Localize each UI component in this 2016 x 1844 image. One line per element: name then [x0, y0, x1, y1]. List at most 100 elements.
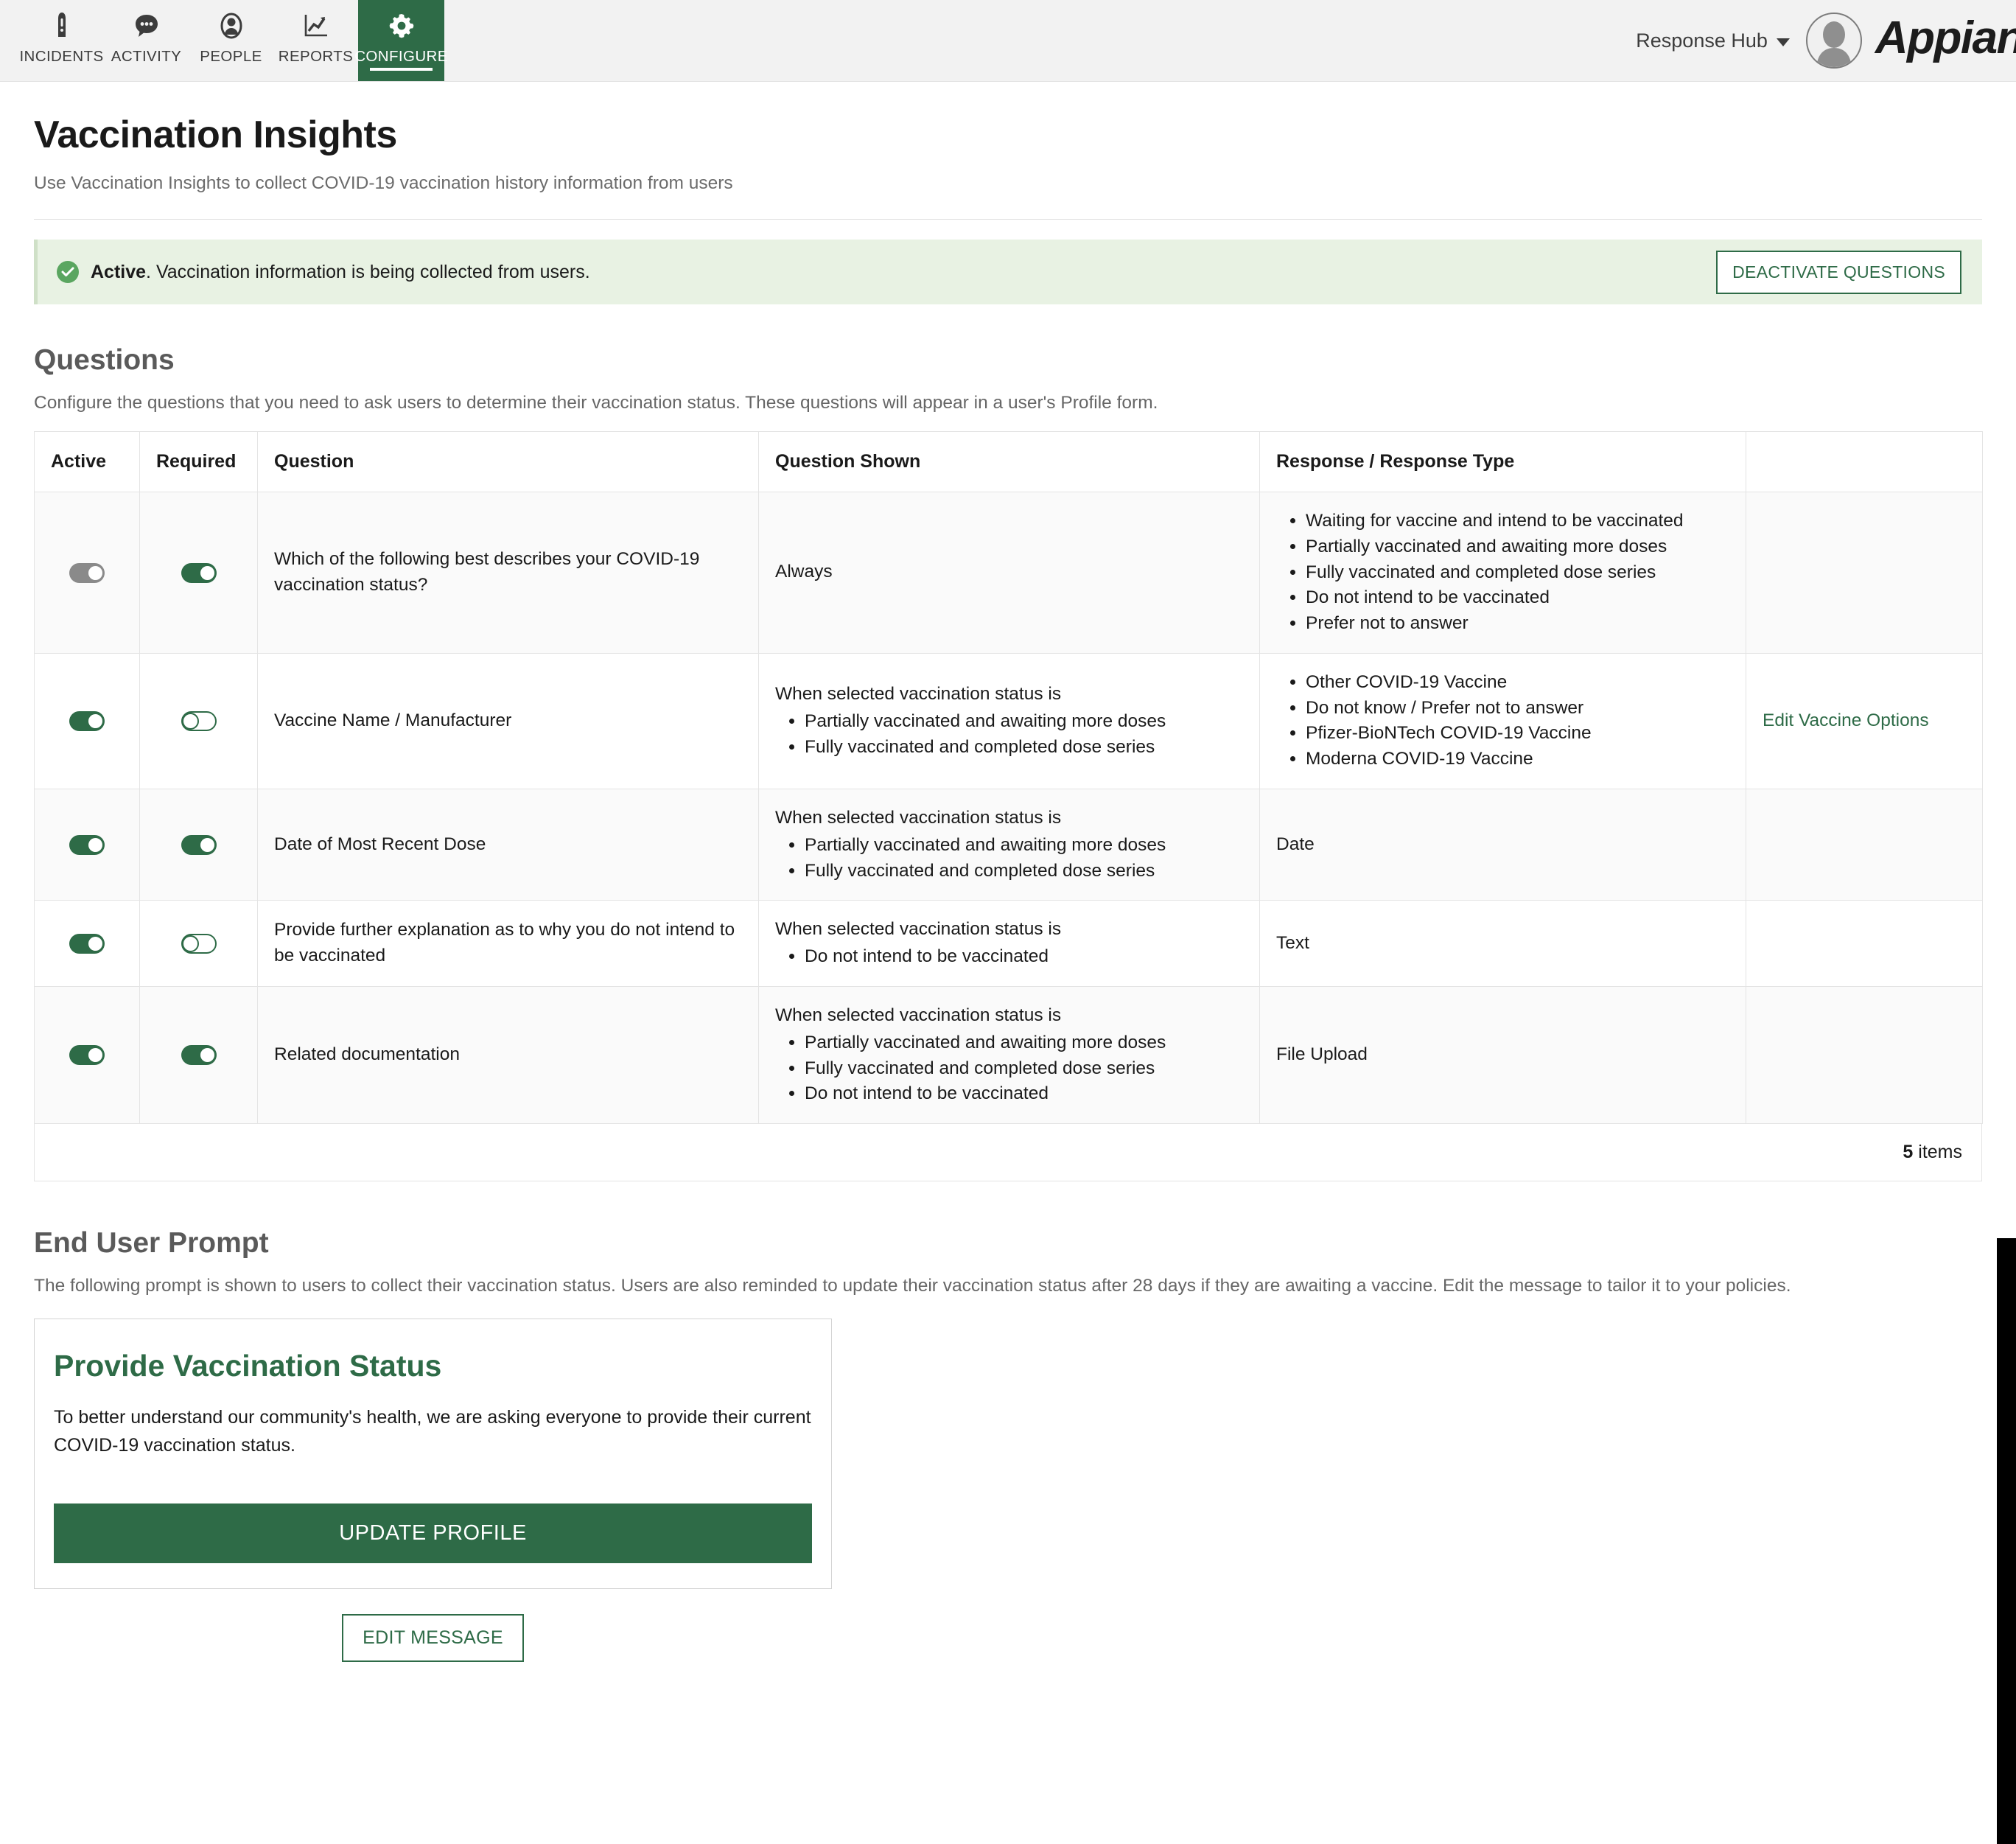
cell-response: Text [1259, 900, 1746, 987]
chevron-down-icon [1776, 38, 1790, 46]
nav-item-activity[interactable]: ACTIVITY [104, 0, 189, 81]
cell-actions [1746, 492, 1983, 654]
column-header-response: Response / Response Type [1259, 431, 1746, 492]
list-item: Partially vaccinated and awaiting more d… [805, 1030, 1243, 1056]
nav-item-configure[interactable]: CONFIGURE [354, 0, 447, 81]
account-menu[interactable]: Response Hub [1636, 29, 1790, 52]
list-item: Waiting for vaccine and intend to be vac… [1306, 509, 1729, 534]
cell-required [139, 986, 258, 1125]
chart-trend-icon [301, 11, 331, 41]
toggle-knob [198, 836, 216, 853]
list-item: Partially vaccinated and awaiting more d… [805, 833, 1243, 859]
required-toggle[interactable] [181, 562, 217, 583]
list-item: Fully vaccinated and completed dose seri… [1306, 560, 1729, 586]
cell-response: Waiting for vaccine and intend to be vac… [1259, 492, 1746, 654]
edit-vaccine-options-link[interactable]: Edit Vaccine Options [1763, 710, 1929, 730]
question-shown-label: When selected vaccination status is [775, 919, 1062, 940]
edit-message-button[interactable]: EDIT MESSAGE [342, 1614, 524, 1663]
list-item: Partially vaccinated and awaiting more d… [805, 709, 1243, 735]
cell-required [139, 492, 258, 654]
cell-question-shown: Always [758, 492, 1260, 654]
cell-actions [1746, 789, 1983, 901]
deactivate-questions-button[interactable]: DEACTIVATE QUESTIONS [1716, 250, 1961, 294]
nav-item-label: CONFIGURE [354, 48, 448, 65]
nav-item-people[interactable]: PEOPLE [189, 0, 273, 81]
cell-response: Date [1259, 789, 1746, 901]
question-shown-label: When selected vaccination status is [775, 808, 1062, 828]
questions-table: Active Required Question Question Shown … [34, 431, 1983, 1125]
toggle-knob [198, 1047, 216, 1064]
cell-required [139, 653, 258, 790]
status-banner-message: . Vaccination information is being colle… [146, 261, 590, 282]
table-row: Which of the following best describes yo… [34, 492, 1983, 654]
required-toggle[interactable] [181, 834, 217, 855]
question-shown-list: Partially vaccinated and awaiting more d… [775, 709, 1243, 761]
list-item: Fully vaccinated and completed dose seri… [805, 1056, 1243, 1082]
appian-logo: Appian [1875, 13, 2016, 63]
toggle-knob [181, 713, 199, 730]
table-row: Date of Most Recent Dose When selected va… [34, 789, 1983, 901]
response-list: Other COVID-19 VaccineDo not know / Pref… [1276, 670, 1729, 772]
question-shown-label: When selected vaccination status is [775, 684, 1062, 705]
page-subtitle: Use Vaccination Insights to collect COVI… [34, 173, 733, 193]
question-shown-label: When selected vaccination status is [775, 1005, 1062, 1025]
table-row: Provide further explanation as to why yo… [34, 900, 1983, 987]
toggle-knob [87, 836, 104, 853]
response-list: Waiting for vaccine and intend to be vac… [1276, 509, 1729, 637]
list-item: Other COVID-19 Vaccine [1306, 670, 1729, 696]
item-count: 5 items [1903, 1142, 1962, 1163]
gear-icon [387, 11, 416, 41]
table-header-row: Active Required Question Question Shown … [34, 431, 1983, 492]
nav-items-group: INCIDENTS ACTIVITY PEOPLE REPORTS CONFIG [0, 0, 447, 81]
cell-active [34, 789, 140, 901]
list-item: Do not intend to be vaccinated [805, 1081, 1243, 1107]
item-count-number: 5 [1903, 1142, 1914, 1163]
toggle-knob [198, 564, 216, 582]
toggle-knob [87, 713, 104, 730]
required-toggle[interactable] [181, 711, 217, 732]
active-toggle[interactable] [69, 711, 105, 732]
column-header-required: Required [139, 431, 258, 492]
list-item: Prefer not to answer [1306, 611, 1729, 637]
required-toggle[interactable] [181, 933, 217, 954]
cell-actions [1746, 986, 1983, 1125]
cell-active [34, 900, 140, 987]
update-profile-button[interactable]: UPDATE PROFILE [54, 1504, 812, 1564]
toggle-knob [87, 564, 104, 582]
cell-question: Related documentation [257, 986, 759, 1125]
status-banner-text: Active. Vaccination information is being… [91, 262, 590, 283]
list-item: Do not intend to be vaccinated [1306, 585, 1729, 611]
top-navigation-right: Response Hub Appian [1636, 0, 2016, 81]
questions-table-body: Which of the following best describes yo… [34, 492, 1983, 1125]
cell-question-shown: When selected vaccination status is Parti… [758, 986, 1260, 1125]
active-toggle [69, 562, 105, 583]
status-banner: Active. Vaccination information is being… [34, 240, 1982, 304]
person-icon [217, 11, 246, 41]
status-badge: Active [91, 261, 147, 282]
nav-item-label: ACTIVITY [111, 48, 182, 65]
vertical-scrollbar[interactable] [1997, 1238, 2016, 1844]
active-toggle[interactable] [69, 933, 105, 954]
nav-item-reports[interactable]: REPORTS [273, 0, 358, 81]
nav-item-label: INCIDENTS [19, 48, 104, 65]
prompt-card-body: To better understand our community's hea… [54, 1407, 811, 1456]
page-title: Vaccination Insights [34, 113, 397, 156]
cell-question-shown: When selected vaccination status is Do no… [758, 900, 1260, 987]
avatar[interactable] [1805, 13, 1862, 69]
active-toggle[interactable] [69, 834, 105, 855]
table-row: Related documentation When selected vacci… [34, 986, 1983, 1125]
list-item: Fully vaccinated and completed dose seri… [805, 735, 1243, 761]
nav-item-incidents[interactable]: INCIDENTS [19, 0, 104, 81]
cell-question-shown: When selected vaccination status is Parti… [758, 789, 1260, 901]
list-item: Moderna COVID-19 Vaccine [1306, 747, 1729, 772]
response-type-value: Date [1276, 834, 1315, 854]
question-shown-label: Always [775, 561, 833, 582]
column-header-actions [1746, 431, 1983, 492]
active-toggle[interactable] [69, 1045, 105, 1066]
end-user-prompt-description: The following prompt is shown to users t… [34, 1276, 1791, 1296]
question-shown-list: Partially vaccinated and awaiting more d… [775, 833, 1243, 884]
cell-actions: Edit Vaccine Options [1746, 653, 1983, 790]
list-item: Do not know / Prefer not to answer [1306, 696, 1729, 722]
required-toggle[interactable] [181, 1045, 217, 1066]
nav-item-label: REPORTS [278, 48, 354, 65]
